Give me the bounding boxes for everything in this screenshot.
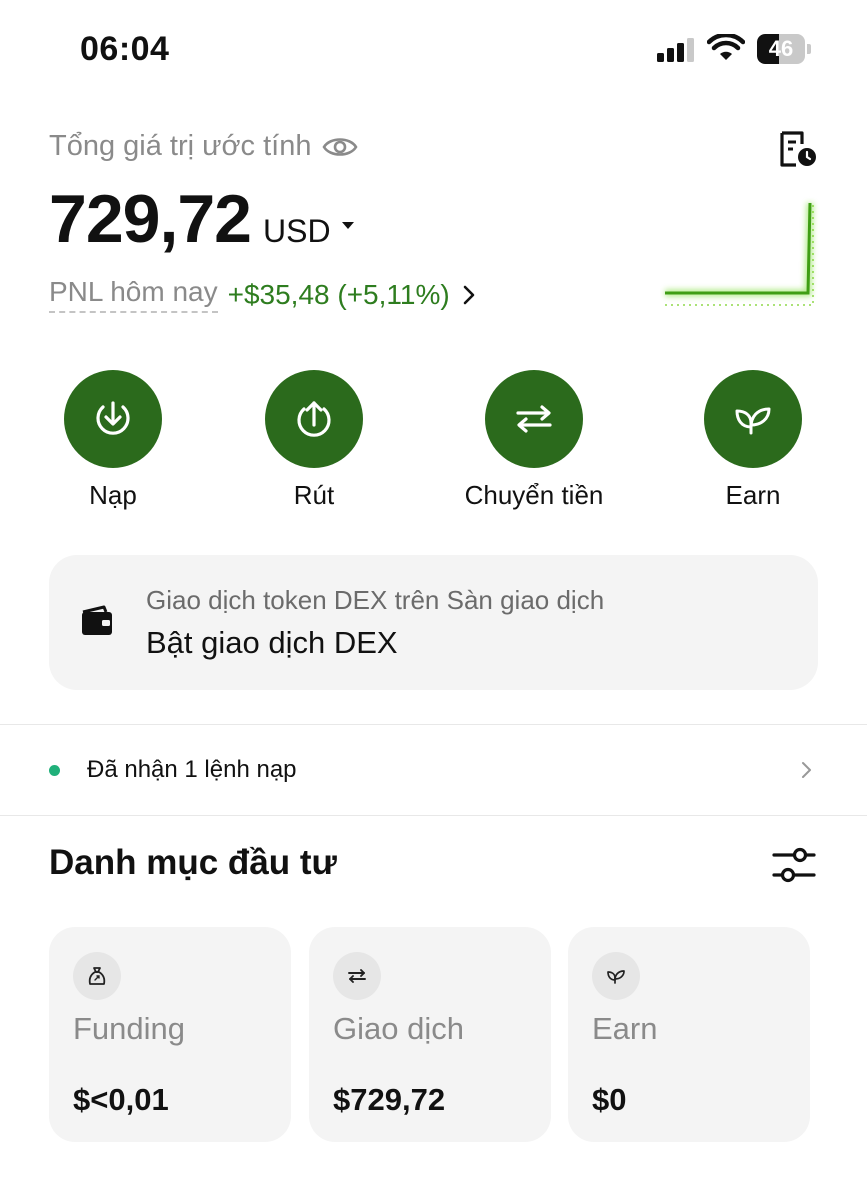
status-time: 06:04 (80, 30, 170, 68)
divider (0, 815, 867, 816)
cellular-signal-icon (657, 38, 694, 62)
battery-level: 46 (768, 36, 794, 61)
transfer-label: Chuyển tiền (464, 480, 604, 510)
enable-dex-card[interactable]: Giao dịch token DEX trên Sàn giao dịch B… (49, 555, 818, 690)
settings-sliders-icon[interactable] (772, 845, 816, 885)
divider (0, 724, 867, 725)
wifi-icon (707, 34, 745, 60)
deposit-notice-row[interactable]: Đã nhận 1 lệnh nạp (0, 726, 867, 814)
withdraw-icon (297, 401, 331, 437)
history-report-icon[interactable] (778, 130, 818, 168)
status-bar: 06:04 46 (0, 0, 867, 100)
chevron-right-icon[interactable] (462, 285, 476, 305)
dex-card-title: Bật giao dịch DEX (146, 625, 398, 660)
earn-leaf-icon (735, 407, 771, 435)
portfolio-title: Danh mục đầu tư (49, 843, 337, 882)
pnl-label: PNL hôm nay (49, 276, 218, 313)
estimated-value-label: Tổng giá trị ước tính (49, 130, 312, 162)
portfolio-card-name: Earn (592, 1011, 658, 1046)
earn-button[interactable]: Earn (678, 370, 828, 511)
pnl-row[interactable]: PNL hôm nay +$35,48 (+5,11%) (49, 276, 476, 313)
estimated-value-header: Tổng giá trị ước tính (49, 130, 358, 163)
portfolio-card-name: Funding (73, 1011, 186, 1046)
deposit-label: Nạp (89, 480, 137, 510)
portfolio-card-value: $729,72 (333, 1082, 446, 1117)
battery-indicator: 46 (757, 34, 811, 64)
trading-arrows-icon (348, 969, 366, 983)
chevron-right-icon[interactable] (800, 761, 812, 779)
withdraw-label: Rút (293, 480, 335, 510)
caret-down-icon[interactable] (341, 221, 355, 231)
deposit-button[interactable]: Nạp (38, 370, 188, 511)
total-balance: 729,72 (49, 181, 252, 257)
portfolio-card-name: Giao dịch (333, 1011, 464, 1046)
portfolio-card-value: $<0,01 (73, 1082, 169, 1117)
earn-label: Earn (725, 480, 781, 510)
dex-card-subtitle: Giao dịch token DEX trên Sàn giao dịch (146, 585, 605, 615)
earn-leaf-icon (607, 970, 625, 984)
wallet-icon (82, 605, 112, 635)
deposit-icon (96, 401, 130, 435)
funding-bag-icon (88, 967, 106, 985)
transfer-icon (516, 405, 552, 433)
transfer-button[interactable]: Chuyển tiền (459, 370, 609, 511)
balance-sparkline-chart (665, 202, 815, 306)
portfolio-card-earn[interactable]: Earn $0 (568, 927, 810, 1142)
portfolio-card-trading[interactable]: Giao dịch $729,72 (309, 927, 551, 1142)
balance-row: 729,72 USD (49, 180, 355, 258)
eye-icon[interactable] (321, 134, 358, 160)
withdraw-button[interactable]: Rút (239, 370, 389, 511)
currency-selector[interactable]: USD (263, 213, 331, 250)
portfolio-card-funding[interactable]: Funding $<0,01 (49, 927, 291, 1142)
pnl-value: +$35,48 (+5,11%) (227, 278, 450, 310)
portfolio-card-value: $0 (592, 1082, 627, 1117)
status-dot (49, 765, 60, 776)
deposit-notice-text: Đã nhận 1 lệnh nạp (87, 756, 297, 783)
